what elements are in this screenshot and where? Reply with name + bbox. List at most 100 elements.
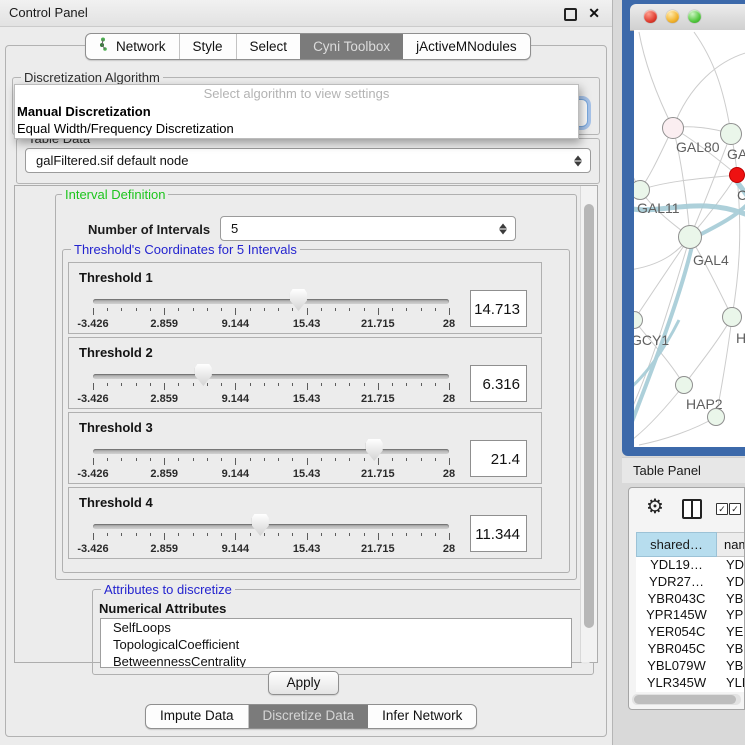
slider-track[interactable] — [93, 524, 449, 529]
node-label: GAL11 — [637, 200, 680, 216]
table-header-row: shared… name — [636, 532, 744, 557]
close-icon[interactable]: ✕ — [588, 4, 600, 22]
tab-network[interactable]: Network — [86, 34, 180, 59]
network-node-gal4[interactable] — [678, 225, 702, 249]
table-row[interactable]: YER054CYER05 — [636, 624, 744, 641]
column-header-name[interactable]: name — [717, 532, 744, 557]
table-row[interactable]: YDL19…YDL19 — [636, 557, 744, 574]
table-row[interactable]: YIL052CYIL05 — [636, 691, 744, 692]
cell-shared-name[interactable]: YLR345W — [636, 675, 717, 692]
table-row[interactable]: YBL079WYBL07 — [636, 658, 744, 675]
table-row[interactable]: YLR345WYLR34 — [636, 675, 744, 692]
threshold-value-field[interactable]: 6.316 — [470, 365, 527, 402]
bottom-tab-discretize-data[interactable]: Discretize Data — [249, 705, 369, 728]
screen: Control Panel ✕ NetworkStyleSelectCyni T… — [0, 0, 745, 745]
threshold-slider[interactable]: -3.4262.8599.14415.4321.71528 — [93, 413, 449, 485]
cell-shared-name[interactable]: YDR27… — [636, 574, 717, 591]
column-header-shared-name[interactable]: shared… — [636, 532, 717, 557]
cell-name[interactable]: YPR14 — [717, 607, 744, 624]
network-node-ga[interactable] — [720, 123, 742, 145]
cell-shared-name[interactable]: YIL052C — [636, 691, 717, 692]
numerical-attributes-list[interactable]: SelfLoopsTopologicalCoefficientBetweenne… — [100, 618, 572, 668]
attribute-list-item[interactable]: BetweennessCentrality — [101, 653, 571, 668]
cell-name[interactable]: YIL05 — [717, 691, 744, 692]
close-traffic-light-icon[interactable] — [644, 10, 657, 23]
dropdown-option-equal-width[interactable]: Equal Width/Frequency Discretization — [15, 120, 578, 137]
attribute-list-item[interactable]: SelfLoops — [101, 619, 571, 636]
checkbox-icon[interactable]: ✓ — [729, 503, 741, 515]
settings-vertical-scrollbar[interactable] — [580, 186, 597, 662]
network-node-h[interactable] — [722, 307, 742, 327]
tab-style[interactable]: Style — [180, 34, 237, 59]
tab-select[interactable]: Select — [237, 34, 301, 59]
threshold-slider[interactable]: -3.4262.8599.14415.4321.71528 — [93, 338, 449, 410]
float-window-icon[interactable] — [564, 8, 577, 21]
slider-track[interactable] — [93, 449, 449, 454]
cell-shared-name[interactable]: YPR145W — [636, 607, 717, 624]
cell-name[interactable]: YBL07 — [717, 658, 744, 675]
cell-name[interactable]: YLR34 — [717, 675, 744, 692]
node-table: shared… name YDL19…YDL19YDR27…YDR27YBR04… — [636, 532, 744, 692]
minimize-traffic-light-icon[interactable] — [666, 10, 679, 23]
cell-shared-name[interactable]: YBR043C — [636, 591, 717, 608]
cell-name[interactable]: YBR04 — [717, 641, 744, 658]
dropdown-prompt: Select algorithm to view settings — [15, 85, 578, 103]
threshold-value-field[interactable]: 14.713 — [470, 290, 527, 327]
cell-name[interactable]: YDL19 — [717, 557, 744, 574]
table-panel-header: Table Panel — [622, 457, 745, 483]
threshold-slider[interactable]: -3.4262.8599.14415.4321.71528 — [93, 263, 449, 335]
threshold-value-field[interactable]: 11.344 — [470, 515, 527, 552]
slider-tick-labels: -3.4262.8599.14415.4321.71528 — [93, 318, 449, 330]
slider-ticks — [93, 383, 449, 392]
number-of-intervals-combobox[interactable]: 5 — [220, 216, 516, 241]
network-node[interactable] — [707, 408, 725, 426]
cell-name[interactable]: YER05 — [717, 624, 744, 641]
bottom-tab-bar: Impute DataDiscretize DataInfer Network — [145, 704, 477, 729]
table-horizontal-scrollbar[interactable] — [632, 694, 741, 705]
table-row[interactable]: YDR27…YDR27 — [636, 574, 744, 591]
cell-shared-name[interactable]: YBR045C — [636, 641, 717, 658]
tab-cyni-toolbox[interactable]: Cyni Toolbox — [300, 34, 403, 59]
zoom-traffic-light-icon[interactable] — [688, 10, 701, 23]
network-node-gal80[interactable] — [662, 117, 684, 139]
slider-track[interactable] — [93, 299, 449, 304]
gear-icon[interactable]: ⚙ — [646, 496, 664, 518]
apply-button[interactable]: Apply — [268, 671, 339, 695]
node-label: GAL4 — [693, 252, 729, 268]
dropdown-option-manual[interactable]: Manual Discretization — [15, 103, 578, 120]
combo-arrows-icon — [499, 223, 507, 234]
table-row[interactable]: YBR045CYBR04 — [636, 641, 744, 658]
attribute-list-item[interactable]: TopologicalCoefficient — [101, 636, 571, 653]
cell-name[interactable]: YDR27 — [717, 574, 744, 591]
slider-track[interactable] — [93, 374, 449, 379]
cell-shared-name[interactable]: YBL079W — [636, 658, 717, 675]
threshold-value-field[interactable]: 21.4 — [470, 440, 527, 477]
slider-tick-labels: -3.4262.8599.14415.4321.71528 — [93, 468, 449, 480]
cell-name[interactable]: YBR04 — [717, 591, 744, 608]
node-label: GAL80 — [676, 139, 720, 155]
table-row[interactable]: YPR145WYPR14 — [636, 607, 744, 624]
network-window: GAL80GACGAL11GAL4GCY1HHAP2 — [622, 0, 745, 456]
numerical-attributes-label: Numerical Attributes — [99, 601, 226, 616]
cell-shared-name[interactable]: YDL19… — [636, 557, 717, 574]
columns-icon[interactable] — [682, 499, 702, 519]
bottom-tab-impute-data[interactable]: Impute Data — [146, 705, 249, 728]
network-node-hap2[interactable] — [675, 376, 693, 394]
table-data-value: galFiltered.sif default node — [36, 153, 188, 168]
interval-definition-label: Interval Definition — [62, 187, 168, 202]
checkbox-icon[interactable]: ✓ — [716, 503, 728, 515]
bottom-tab-infer-network[interactable]: Infer Network — [368, 705, 476, 728]
attributes-group: Attributes to discretize Numerical Attri… — [92, 589, 594, 675]
discretization-algorithm-label: Discretization Algorithm — [21, 70, 163, 85]
network-window-titlebar — [630, 4, 745, 31]
threshold-slider[interactable]: -3.4262.8599.14415.4321.71528 — [93, 488, 449, 560]
attributes-group-label: Attributes to discretize — [101, 582, 235, 597]
table-row[interactable]: YBR043CYBR04 — [636, 591, 744, 608]
settings-scroll-area: Interval Definition Number of Intervals … — [14, 185, 598, 663]
network-node-c[interactable] — [729, 167, 745, 183]
cell-shared-name[interactable]: YER054C — [636, 624, 717, 641]
tab-jactivemnodules[interactable]: jActiveMNodules — [403, 34, 530, 59]
table-data-combobox[interactable]: galFiltered.sif default node — [25, 148, 591, 173]
table-panel: ⚙ ✓ ✓ shared… name YDL19…YDL19YDR27…YDR2… — [628, 487, 745, 710]
network-canvas[interactable]: GAL80GACGAL11GAL4GCY1HHAP2 — [634, 30, 745, 447]
